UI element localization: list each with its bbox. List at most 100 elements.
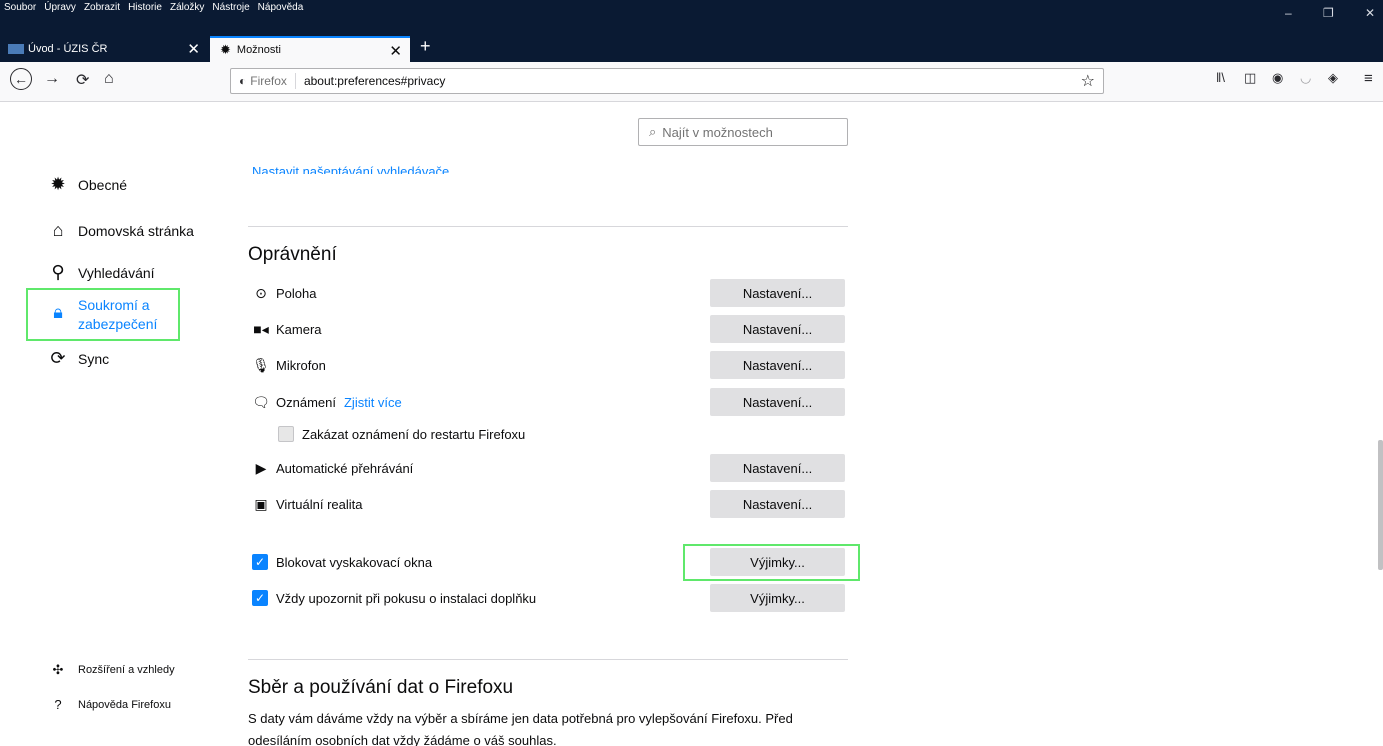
checkbox-label: Vždy upozornit při pokusu o instalaci do… bbox=[276, 590, 537, 606]
uzis-favicon bbox=[8, 44, 24, 54]
identity-divider bbox=[294, 73, 296, 89]
permission-row-camera: ■◂ Kamera bbox=[252, 315, 321, 343]
gear-icon: ✹ bbox=[50, 174, 66, 194]
firefox-identity-icon: ◐ bbox=[239, 74, 247, 88]
sidebar-item-label: Vyhledávání bbox=[78, 264, 155, 281]
home-icon: ⌂ bbox=[52, 220, 64, 240]
sidebar-item-home[interactable]: ⌂ Domovská stránka bbox=[46, 220, 194, 241]
tab-close-icon[interactable]: ✕ bbox=[389, 42, 402, 60]
popup-exceptions-button[interactable]: Výjimky... bbox=[710, 548, 845, 576]
sidebar-help[interactable]: ? Nápověda Firefoxu bbox=[46, 697, 171, 712]
minimize-button[interactable]: – bbox=[1285, 6, 1292, 20]
restore-button[interactable]: ❐ bbox=[1323, 6, 1334, 20]
home-button[interactable]: ⌂ bbox=[104, 70, 114, 88]
data-collection-heading: Sběr a používání dat o Firefoxu bbox=[248, 677, 514, 698]
library-icon[interactable]: ‖\ bbox=[1216, 70, 1225, 85]
data-collection-text-2: odesíláním osobních dat vždy žádáme o vá… bbox=[248, 733, 557, 746]
divider bbox=[248, 226, 848, 227]
notif-disable-checkbox[interactable] bbox=[278, 426, 294, 442]
vr-settings-button[interactable]: Nastavení... bbox=[710, 490, 845, 518]
divider bbox=[248, 659, 848, 660]
autoplay-settings-button[interactable]: Nastavení... bbox=[710, 454, 845, 482]
tab-uzis[interactable]: Úvod - ÚZIS ČR ✕ bbox=[8, 36, 208, 62]
identity-label: Firefox bbox=[250, 74, 287, 88]
checkbox-label: Zakázat oznámení do restartu Firefoxu bbox=[302, 426, 526, 442]
menu-nastroje[interactable]: Nástroje bbox=[212, 2, 249, 13]
vr-icon: ▣ bbox=[254, 495, 268, 512]
url-bar[interactable]: ◐ Firefox about:preferences#privacy ☆ bbox=[230, 68, 1104, 94]
new-tab-button[interactable]: + bbox=[420, 36, 431, 57]
permission-row-location: ⊙ Poloha bbox=[252, 279, 316, 307]
menu-upravy[interactable]: Úpravy bbox=[44, 2, 76, 13]
notification-icon: 🗨︎ bbox=[252, 393, 270, 410]
menu-soubor[interactable]: Soubor bbox=[4, 2, 36, 13]
permission-label: Automatické přehrávání bbox=[276, 460, 414, 476]
sidebar-footer-label: Rozšíření a vzhledy bbox=[78, 664, 175, 676]
notif-disable-row: Zakázat oznámení do restartu Firefoxu bbox=[278, 420, 525, 448]
sidebar-item-privacy[interactable]: 🔒︎ Soukromí a zabezpečení bbox=[46, 296, 157, 334]
search-input[interactable]: ⌕ Najít v možnostech bbox=[638, 118, 848, 146]
data-collection-text-clip: odesíláním osobních dat vždy žádáme o vá… bbox=[248, 733, 848, 746]
label-line-1: Soukromí a bbox=[78, 297, 150, 313]
label-line-2: zabezpečení bbox=[78, 316, 158, 332]
puzzle-icon: ✣ bbox=[52, 662, 64, 677]
menubar: Soubor Úpravy Zobrazit Historie Záložky … bbox=[4, 2, 303, 13]
tab-moznosti[interactable]: ✹ Možnosti ✕ bbox=[210, 36, 410, 62]
tab-close-icon[interactable]: ✕ bbox=[187, 40, 200, 58]
data-collection-text: S daty vám dáváme vždy na výběr a sbírám… bbox=[248, 711, 793, 726]
sidebar-item-search[interactable]: ⚲ Vyhledávání bbox=[46, 262, 155, 283]
camera-icon: ■◂ bbox=[253, 320, 269, 337]
forward-button[interactable]: → bbox=[44, 70, 60, 88]
account-icon[interactable]: ◉ bbox=[1272, 70, 1283, 86]
permission-row-microphone: 🎙︎ Mikrofon bbox=[252, 351, 326, 379]
menu-icon[interactable]: ≡ bbox=[1364, 70, 1373, 87]
sidebar-addons[interactable]: ✣ Rozšíření a vzhledy bbox=[46, 662, 175, 678]
search-placeholder: Najít v možnostech bbox=[662, 124, 773, 140]
microphone-icon: 🎙︎ bbox=[252, 356, 270, 373]
popup-block-row: ✓ Blokovat vyskakovací okna bbox=[252, 548, 432, 576]
reload-button[interactable]: ⟳ bbox=[76, 70, 89, 90]
menu-zobrazit[interactable]: Zobrazit bbox=[84, 2, 120, 13]
checkbox-label: Blokovat vyskakovací okna bbox=[276, 554, 433, 570]
gear-icon: ✹ bbox=[220, 42, 231, 57]
addon-warn-row: ✓ Vždy upozornit při pokusu o instalaci … bbox=[252, 584, 536, 612]
scrollbar[interactable] bbox=[1378, 440, 1383, 570]
addon-exceptions-button[interactable]: Výjimky... bbox=[710, 584, 845, 612]
suggestions-link[interactable]: Nastavit našeptávání vyhledávače bbox=[252, 164, 449, 174]
sidebar-item-general[interactable]: ✹ Obecné bbox=[46, 174, 127, 195]
pocket-icon[interactable]: ◡ bbox=[1300, 70, 1311, 86]
permissions-heading: Oprávnění bbox=[248, 244, 337, 265]
tab-label: Úvod - ÚZIS ČR bbox=[28, 43, 108, 55]
url-text[interactable]: about:preferences#privacy bbox=[304, 74, 445, 88]
location-icon: ⊙ bbox=[255, 284, 267, 301]
sidebar-item-label: Soukromí a zabezpečení bbox=[78, 296, 157, 334]
close-window-button[interactable]: ✕ bbox=[1365, 6, 1375, 20]
permission-row-notifications: 🗨︎ Oznámení Zjistit více bbox=[252, 388, 402, 416]
sidebar-item-sync[interactable]: ⟳ Sync bbox=[46, 348, 109, 369]
sidebar-item-label: Sync bbox=[78, 350, 110, 367]
sidebar-icon[interactable]: ◫ bbox=[1244, 70, 1256, 86]
tab-label: Možnosti bbox=[236, 44, 281, 56]
sidebar-footer-label: Nápověda Firefoxu bbox=[78, 698, 171, 711]
microphone-settings-button[interactable]: Nastavení... bbox=[710, 351, 845, 379]
ublock-icon[interactable]: ◈ bbox=[1328, 70, 1338, 86]
permission-label: Poloha bbox=[276, 285, 317, 301]
learn-more-link[interactable]: Zjistit více bbox=[344, 395, 402, 410]
sidebar-item-label: Obecné bbox=[78, 176, 128, 193]
location-settings-button[interactable]: Nastavení... bbox=[710, 279, 845, 307]
addon-warn-checkbox[interactable]: ✓ bbox=[252, 590, 268, 606]
menu-zalozky[interactable]: Záložky bbox=[170, 2, 204, 13]
autoplay-icon: ▶ bbox=[255, 459, 267, 476]
bookmark-star-icon[interactable]: ☆ bbox=[1081, 71, 1095, 91]
menu-napoveda[interactable]: Nápověda bbox=[258, 2, 304, 13]
partial-link-clip: Nastavit našeptávání vyhledávače bbox=[252, 160, 852, 174]
sync-icon: ⟳ bbox=[50, 348, 66, 368]
lock-icon: 🔒︎ bbox=[53, 302, 63, 322]
notifications-settings-button[interactable]: Nastavení... bbox=[710, 388, 845, 416]
permission-label: Mikrofon bbox=[276, 357, 326, 373]
menu-historie[interactable]: Historie bbox=[128, 2, 162, 13]
sidebar-item-label: Domovská stránka bbox=[78, 222, 194, 239]
camera-settings-button[interactable]: Nastavení... bbox=[710, 315, 845, 343]
popup-block-checkbox[interactable]: ✓ bbox=[252, 554, 268, 570]
back-button[interactable]: ← bbox=[10, 68, 32, 90]
